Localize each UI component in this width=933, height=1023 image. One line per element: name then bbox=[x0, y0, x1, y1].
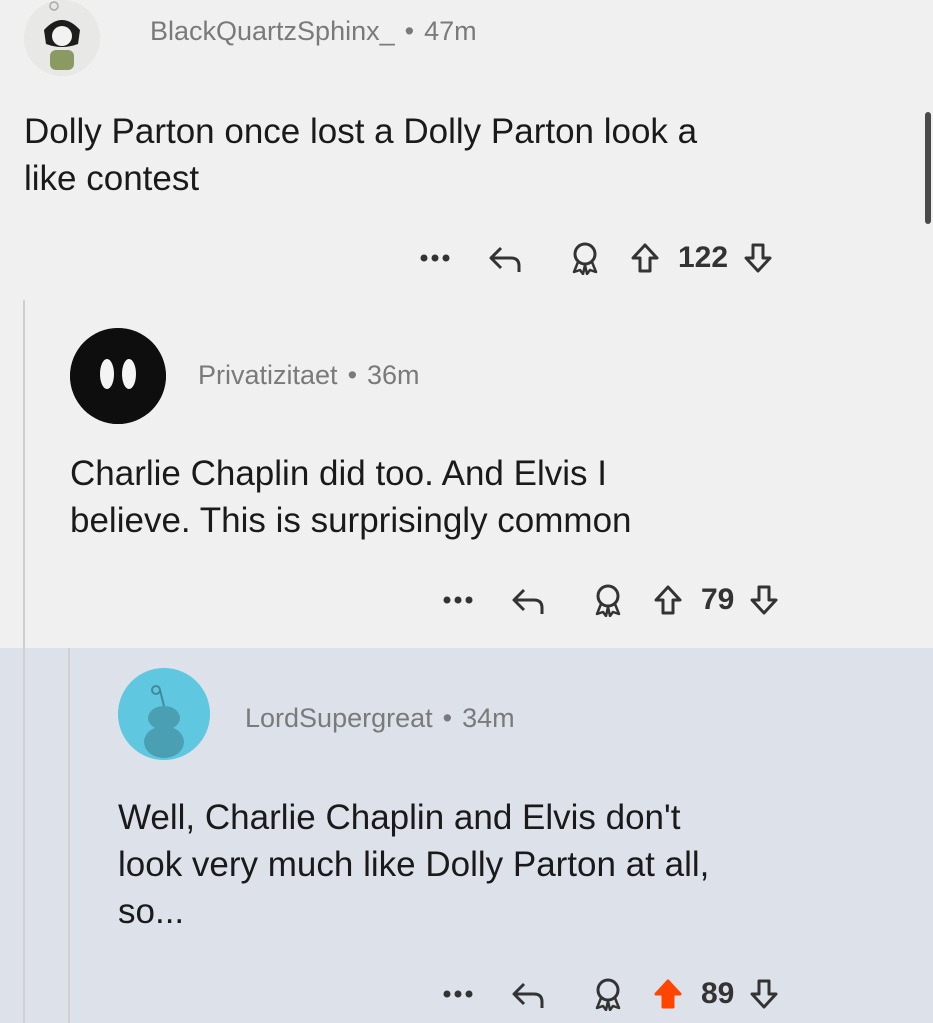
vote-count: 89 bbox=[701, 977, 735, 1010]
award-button[interactable] bbox=[573, 583, 643, 617]
downvote-arrow-icon bbox=[750, 979, 778, 1009]
comment-2: Privatizitaet • 36m Charlie Chaplin did to… bbox=[0, 0, 933, 648]
timestamp: 34m bbox=[462, 703, 515, 733]
comment-line: so... bbox=[118, 892, 185, 931]
comment-actions: 79 bbox=[433, 580, 786, 620]
snoo-avatar-image bbox=[118, 668, 210, 760]
award-button[interactable] bbox=[573, 977, 643, 1011]
upvote-arrow-icon bbox=[654, 979, 682, 1009]
comment-line: Well, Charlie Chaplin and Elvis don't bbox=[118, 798, 681, 837]
comment-meta: Privatizitaet • 36m bbox=[198, 360, 420, 391]
reply-button[interactable] bbox=[483, 978, 573, 1010]
downvote-arrow-icon bbox=[750, 585, 778, 615]
comment-body: Charlie Chaplin did too. And Elvis I bel… bbox=[70, 450, 910, 544]
comment-3: LordSupergreat • 34m Well, Charlie Chaplin… bbox=[0, 648, 933, 1023]
upvote-button[interactable] bbox=[643, 978, 693, 1010]
more-button[interactable] bbox=[433, 989, 483, 999]
reply-icon bbox=[512, 982, 544, 1008]
username[interactable]: LordSupergreat bbox=[245, 703, 433, 733]
comment-body: Well, Charlie Chaplin and Elvis don't lo… bbox=[118, 794, 918, 935]
separator-dot: • bbox=[442, 703, 453, 733]
avatar[interactable] bbox=[70, 328, 166, 424]
reply-icon bbox=[512, 588, 544, 614]
username[interactable]: Privatizitaet bbox=[198, 360, 338, 390]
award-icon bbox=[595, 584, 621, 617]
award-icon bbox=[595, 978, 621, 1011]
comment-line: believe. This is surprisingly common bbox=[70, 501, 632, 540]
upvote-button[interactable] bbox=[643, 584, 693, 616]
avatar-image bbox=[70, 328, 166, 424]
comment-actions: 89 bbox=[433, 974, 786, 1014]
downvote-button[interactable] bbox=[742, 978, 786, 1010]
comment-line: look very much like Dolly Parton at all, bbox=[118, 845, 710, 884]
upvote-arrow-icon bbox=[654, 585, 682, 615]
reply-button[interactable] bbox=[483, 584, 573, 616]
avatar[interactable] bbox=[118, 668, 210, 760]
more-icon bbox=[443, 990, 473, 998]
comment-meta: LordSupergreat • 34m bbox=[245, 703, 515, 734]
vote-count: 79 bbox=[701, 583, 735, 616]
comment-line: Charlie Chaplin did too. And Elvis I bbox=[70, 454, 607, 493]
separator-dot: • bbox=[347, 360, 358, 390]
timestamp: 36m bbox=[367, 360, 420, 390]
downvote-button[interactable] bbox=[742, 584, 786, 616]
more-button[interactable] bbox=[433, 595, 483, 605]
more-icon bbox=[443, 596, 473, 604]
